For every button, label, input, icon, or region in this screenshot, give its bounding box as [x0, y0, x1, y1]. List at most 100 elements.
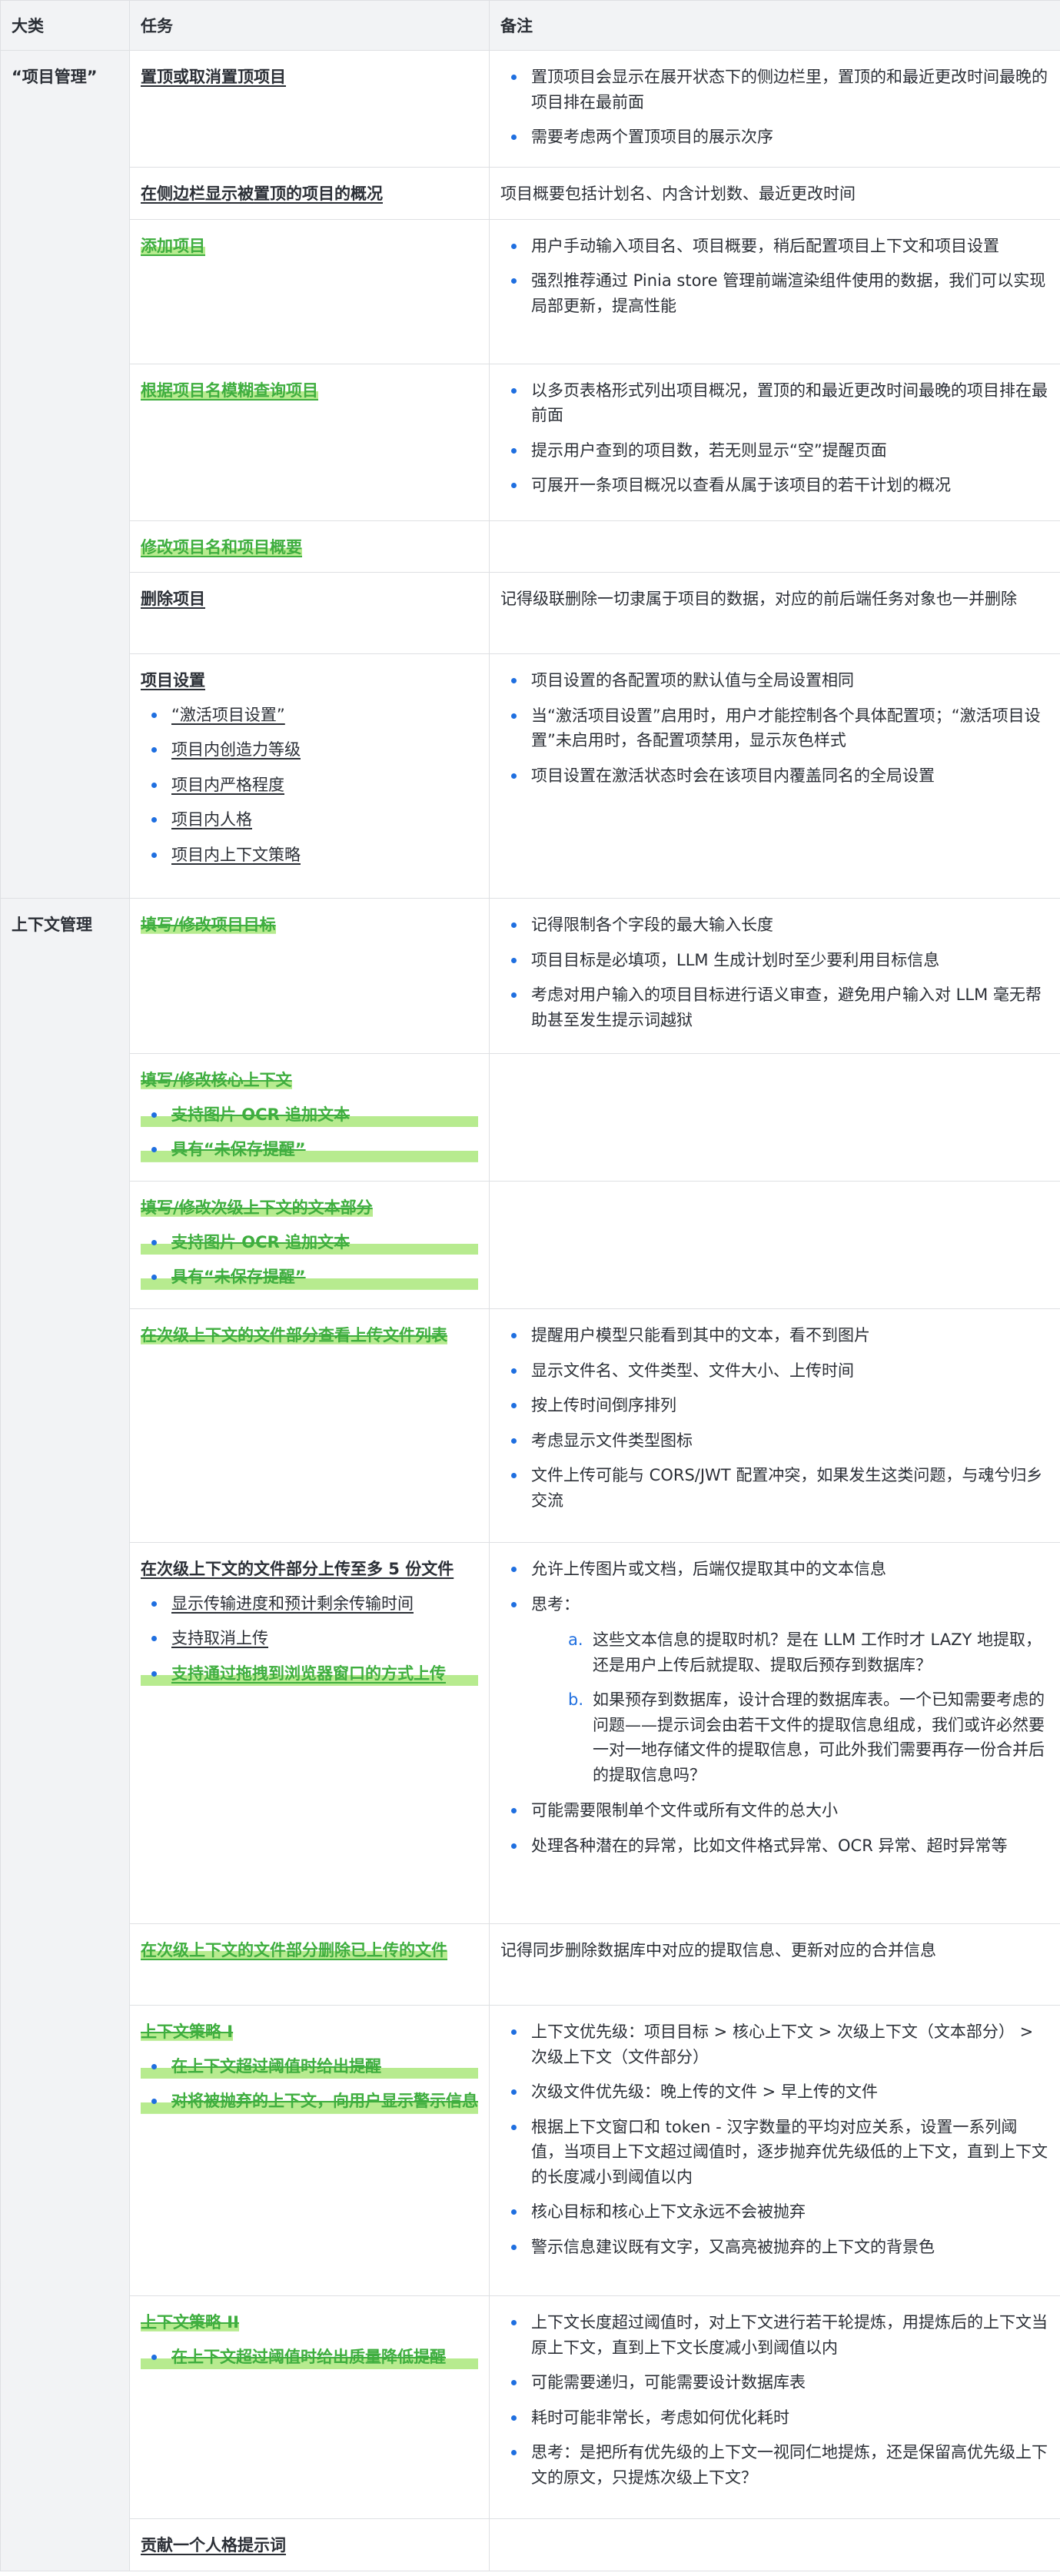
- list-item: 项目设置在激活状态时会在该项目内覆盖同名的全局设置: [500, 763, 1049, 789]
- task-cell: 上下文策略 II 在上下文超过阈值时给出质量降低提醒: [129, 2295, 490, 2520]
- list-item: 需要考虑两个置顶项目的展示次序: [500, 125, 1049, 150]
- list-item: 提醒用户模型只能看到其中的文本，看不到图片: [500, 1323, 1049, 1348]
- list-item: 在上下文超过阈值时给出质量降低提醒: [141, 2344, 478, 2370]
- list-item: 以多页表格形式列出项目概况，置顶的和最近更改时间最晚的项目排在最前面: [500, 378, 1049, 428]
- table-row: 贡献一个人格提示词: [1, 2518, 1060, 2571]
- task-title: 上下文策略 I: [141, 2023, 234, 2042]
- task-cell: 贡献一个人格提示词: [129, 2518, 490, 2571]
- task-cell: 在次级上下文的文件部分查看上传文件列表: [129, 1308, 490, 1544]
- list-item: 支持图片 OCR 追加文本: [141, 1229, 478, 1255]
- list-item: 可展开一条项目概况以查看从属于该项目的若干计划的概况: [500, 473, 1049, 498]
- list-item: 强烈推荐通过 Pinia store 管理前端渲染组件使用的数据，我们可以实现局…: [500, 268, 1049, 318]
- notes-cell: 提醒用户模型只能看到其中的文本，看不到图片 显示文件名、文件类型、文件大小、上传…: [489, 1308, 1060, 1544]
- task-title: 在侧边栏显示被置顶的项目的概况: [141, 184, 383, 203]
- notes-cell: [489, 2518, 1060, 2571]
- table-row: 上下文策略 I 在上下文超过阈值时给出提醒 对将被抛弃的上下文，向用户显示警示信…: [1, 2005, 1060, 2297]
- task-cell: 修改项目名和项目概要: [129, 520, 490, 573]
- list-item: 具有“未保存提醒”: [141, 1265, 478, 1290]
- list-number: b.: [568, 1690, 584, 1710]
- list-item: 可能需要限制单个文件或所有文件的总大小: [500, 1798, 1049, 1823]
- list-item: 记得限制各个字段的最大输入长度: [500, 912, 1049, 938]
- task-cell: 在次级上下文的文件部分上传至多 5 份文件 显示传输进度和预计剩余传输时间 支持…: [129, 1542, 490, 1925]
- list-item: 项目内上下文策略: [141, 843, 478, 868]
- list-item: 当“激活项目设置”启用时，用户才能控制各个具体配置项；“激活项目设置”未启用时，…: [500, 703, 1049, 753]
- task-title: 修改项目名和项目概要: [141, 537, 302, 557]
- notes-cell: 记得级联删除一切隶属于项目的数据，对应的前后端任务对象也一并删除: [489, 572, 1060, 655]
- table-row: 在侧边栏显示被置顶的项目的概况 项目概要包括计划名、内含计划数、最近更改时间: [1, 167, 1060, 220]
- table-row: 在次级上下文的文件部分查看上传文件列表 提醒用户模型只能看到其中的文本，看不到图…: [1, 1308, 1060, 1544]
- list-item: 支持通过拖拽到浏览器窗口的方式上传: [141, 1660, 478, 1687]
- header-task: 任务: [129, 0, 490, 51]
- notes-cell: 用户手动输入项目名、项目概要，稍后配置项目上下文和项目设置 强烈推荐通过 Pin…: [489, 218, 1060, 364]
- table-row: 项目设置 “激活项目设置” 项目内创造力等级 项目内严格程度 项目内人格 项目内…: [1, 653, 1060, 899]
- list-text: 这些文本信息的提取时机？是在 LLM 工作时才 LAZY 地提取，还是用户上传后…: [593, 1630, 1042, 1674]
- list-item: 项目内严格程度: [141, 773, 478, 798]
- note-text: 记得同步删除数据库中对应的提取信息、更新对应的合并信息: [500, 1941, 936, 1960]
- task-title: 根据项目名模糊查询项目: [141, 381, 318, 400]
- think-list: a. 这些文本信息的提取时机？是在 LLM 工作时才 LAZY 地提取，还是用户上…: [531, 1627, 1049, 1787]
- task-title: 置顶或取消置顶项目: [141, 68, 286, 86]
- category-label: 上下文管理: [12, 916, 92, 935]
- task-title: 在次级上下文的文件部分上传至多 5 份文件: [141, 1560, 454, 1579]
- list-item: 考虑对用户输入的项目目标进行语义审查，避免用户输入对 LLM 毫无帮助甚至发生提…: [500, 982, 1049, 1032]
- list-item: 可能需要递归，可能需要设计数据库表: [500, 2370, 1049, 2395]
- task-cell: 删除项目: [129, 572, 490, 655]
- list-item: 思考： a. 这些文本信息的提取时机？是在 LLM 工作时才 LAZY 地提取，还…: [500, 1592, 1049, 1788]
- list-item: 按上传时间倒序排列: [500, 1393, 1049, 1418]
- table-row: 填写/修改核心上下文 支持图片 OCR 追加文本 具有“未保存提醒”: [1, 1053, 1060, 1182]
- notes-cell: 记得同步删除数据库中对应的提取信息、更新对应的合并信息: [489, 1923, 1060, 2006]
- list-item: 项目内人格: [141, 807, 478, 833]
- notes-cell: 上下文长度超过阈值时，对上下文进行若干轮提炼，用提炼后的上下文当原上下文，直到上…: [489, 2295, 1060, 2520]
- task-title: 项目设置: [141, 671, 205, 690]
- task-title: 在次级上下文的文件部分删除已上传的文件: [141, 1941, 447, 1960]
- task-title: 添加项目: [141, 236, 205, 255]
- note-text: 项目概要包括计划名、内含计划数、最近更改时间: [500, 184, 856, 203]
- notes-cell: [489, 1053, 1060, 1182]
- list-item: 根据上下文窗口和 token - 汉字数量的平均对应关系，设置一系列阈值，当项目…: [500, 2115, 1049, 2190]
- table-row: 根据项目名模糊查询项目 以多页表格形式列出项目概况，置顶的和最近更改时间最晚的项…: [1, 363, 1060, 521]
- list-item: 对将被抛弃的上下文，向用户显示警示信息: [141, 2089, 478, 2114]
- notes-cell: 以多页表格形式列出项目概况，置顶的和最近更改时间最晚的项目排在最前面 提示用户查…: [489, 363, 1060, 521]
- list-item: 耗时可能非常长，考虑如何优化耗时: [500, 2405, 1049, 2431]
- task-cell: 填写/修改次级上下文的文本部分 支持图片 OCR 追加文本 具有“未保存提醒”: [129, 1181, 490, 1310]
- task-title: 上下文策略 II: [141, 2313, 239, 2332]
- list-text: 如果预存到数据库，设计合理的数据库表。一个已知需要考虑的问题——提示词会由若干文…: [593, 1690, 1045, 1784]
- task-table: 大类 任务 备注 “项目管理” 置顶或取消置顶项目 置顶项目会显示在展开状态下的…: [0, 0, 1060, 2571]
- header-category: 大类: [0, 0, 130, 51]
- list-number: a.: [568, 1630, 583, 1650]
- table-row: 修改项目名和项目概要: [1, 520, 1060, 573]
- task-title: 贡献一个人格提示词: [141, 2536, 286, 2555]
- list-item: 上下文优先级：项目目标 > 核心上下文 > 次级上下文（文本部分） > 次级上下…: [500, 2019, 1049, 2069]
- task-title: 填写/修改项目目标: [141, 916, 276, 935]
- list-item: “激活项目设置”: [141, 703, 478, 728]
- table-row: 填写/修改次级上下文的文本部分 支持图片 OCR 追加文本 具有“未保存提醒”: [1, 1181, 1060, 1310]
- header-row: 大类 任务 备注: [0, 0, 1060, 51]
- task-cell: 填写/修改核心上下文 支持图片 OCR 追加文本 具有“未保存提醒”: [129, 1053, 490, 1182]
- list-item: 次级文件优先级：晚上传的文件 > 早上传的文件: [500, 2079, 1049, 2105]
- list-item: 置顶项目会显示在展开状态下的侧边栏里，置顶的和最近更改时间最晚的项目排在最前面: [500, 65, 1049, 115]
- task-cell: 置顶或取消置顶项目: [129, 50, 490, 168]
- think-label: 思考：: [531, 1594, 580, 1614]
- list-item: 允许上传图片或文档，后端仅提取其中的文本信息: [500, 1557, 1049, 1582]
- task-title: 填写/修改次级上下文的文本部分: [141, 1198, 373, 1218]
- table-row: “项目管理” 置顶或取消置顶项目 置顶项目会显示在展开状态下的侧边栏里，置顶的和…: [0, 49, 1060, 899]
- list-item: 支持图片 OCR 追加文本: [141, 1102, 478, 1128]
- list-item: 在上下文超过阈值时给出提醒: [141, 2053, 478, 2079]
- list-item: 具有“未保存提醒”: [141, 1137, 478, 1162]
- list-item: 思考：是把所有优先级的上下文一视同仁地提炼，还是保留高优先级上下文的原文，只提炼…: [500, 2440, 1049, 2490]
- notes-cell: 记得限制各个字段的最大输入长度 项目目标是必填项，LLM 生成计划时至少要利用目…: [489, 898, 1060, 1055]
- category-cell: “项目管理”: [0, 49, 130, 899]
- task-cell: 根据项目名模糊查询项目: [129, 363, 490, 521]
- list-item: 提示用户查到的项目数，若无则显示“空”提醒页面: [500, 438, 1049, 464]
- task-title: 删除项目: [141, 590, 205, 609]
- list-item: 用户手动输入项目名、项目概要，稍后配置项目上下文和项目设置: [500, 234, 1049, 259]
- category-cell: 上下文管理: [0, 898, 130, 2571]
- list-item: 考虑显示文件类型图标: [500, 1428, 1049, 1454]
- task-cell: 项目设置 “激活项目设置” 项目内创造力等级 项目内严格程度 项目内人格 项目内…: [129, 653, 490, 899]
- table-row: 添加项目 用户手动输入项目名、项目概要，稍后配置项目上下文和项目设置 强烈推荐通…: [1, 218, 1060, 364]
- table-row: 上下文管理 填写/修改项目目标 记得限制各个字段的最大输入长度 项目目标是必填项…: [0, 898, 1060, 2571]
- list-item: 项目设置的各配置项的默认值与全局设置相同: [500, 668, 1049, 693]
- notes-cell: 允许上传图片或文档，后端仅提取其中的文本信息 思考： a. 这些文本信息的提取时机…: [489, 1542, 1060, 1925]
- list-item: 上下文长度超过阈值时，对上下文进行若干轮提炼，用提炼后的上下文当原上下文，直到上…: [500, 2310, 1049, 2360]
- note-text: 记得级联删除一切隶属于项目的数据，对应的前后端任务对象也一并删除: [500, 590, 1017, 609]
